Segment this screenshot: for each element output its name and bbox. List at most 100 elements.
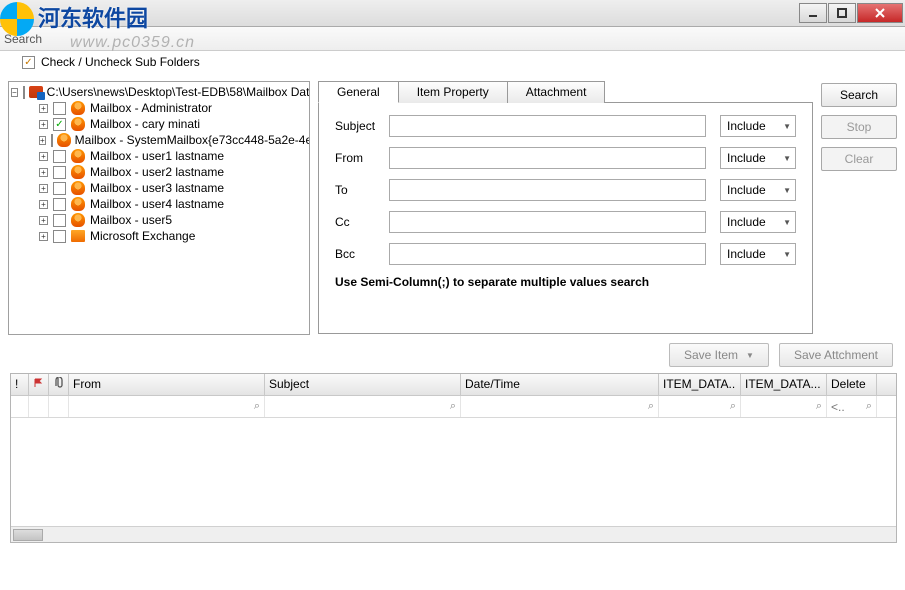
column-filter[interactable]: <..⌕	[827, 396, 877, 417]
mailbox-tree[interactable]: − C:\Users\news\Desktop\Test-EDB\58\Mail…	[8, 81, 310, 335]
search-criteria-panel: General Item Property Attachment Subject…	[318, 81, 813, 335]
bcc-input[interactable]	[389, 243, 706, 265]
tree-item[interactable]: + Mailbox - user1 lastname	[9, 148, 309, 164]
tree-item[interactable]: +Mailbox - user3 lastname	[9, 180, 309, 196]
tree-item-label: Mailbox - cary minati	[88, 117, 200, 131]
minimize-button[interactable]	[799, 3, 827, 23]
column-header[interactable]	[29, 374, 49, 395]
column-header[interactable]: !	[11, 374, 29, 395]
column-header[interactable]: From	[69, 374, 265, 395]
horizontal-scrollbar[interactable]	[11, 526, 896, 542]
clear-button[interactable]: Clear	[821, 147, 897, 171]
search-icon[interactable]: ⌕	[648, 400, 654, 413]
expand-icon[interactable]: +	[39, 232, 48, 241]
column-filter[interactable]: ⌕	[69, 396, 265, 417]
tree-item-label: Mailbox - user5	[88, 213, 172, 227]
stop-button[interactable]: Stop	[821, 115, 897, 139]
expand-icon[interactable]: +	[39, 104, 48, 113]
tree-checkbox[interactable]	[53, 214, 66, 227]
column-header[interactable]: Delete	[827, 374, 877, 395]
tree-item[interactable]: + Mailbox - user5	[9, 212, 309, 228]
tab-item-property[interactable]: Item Property	[398, 81, 508, 103]
column-header[interactable]: Subject	[265, 374, 461, 395]
cc-mode-select[interactable]: Include▼	[720, 211, 796, 233]
tree-item[interactable]: + ✓ Mailbox - cary minati	[9, 116, 309, 132]
subfolder-label: Check / Uncheck Sub Folders	[41, 55, 200, 69]
column-filter[interactable]	[49, 396, 69, 417]
tree-item[interactable]: + Microsoft Exchange	[9, 228, 309, 244]
tree-root[interactable]: − C:\Users\news\Desktop\Test-EDB\58\Mail…	[9, 84, 309, 100]
column-filter[interactable]	[29, 396, 49, 417]
bcc-mode-select[interactable]: Include▼	[720, 243, 796, 265]
tree-root-label: C:\Users\news\Desktop\Test-EDB\58\Mailbo…	[45, 85, 310, 99]
expand-icon[interactable]: +	[39, 168, 48, 177]
to-mode-select[interactable]: Include▼	[720, 179, 796, 201]
tab-attachment[interactable]: Attachment	[507, 81, 606, 103]
tree-item[interactable]: + Mailbox - SystemMailbox{e73cc448-5a2e-4…	[9, 132, 309, 148]
tree-item-label: Mailbox - user1 lastname	[88, 149, 224, 163]
expand-icon[interactable]: +	[39, 200, 48, 209]
search-icon[interactable]: ⌕	[730, 400, 736, 413]
search-header: Search	[0, 27, 905, 51]
save-item-button[interactable]: Save Item ▼	[669, 343, 769, 367]
expand-icon[interactable]: +	[39, 136, 46, 145]
from-input[interactable]	[389, 147, 706, 169]
scrollbar-thumb[interactable]	[13, 529, 43, 541]
tree-item[interactable]: +Mailbox - user4 lastname	[9, 196, 309, 212]
maximize-button[interactable]	[828, 3, 856, 23]
tree-item-label: Mailbox - Administrator	[88, 101, 212, 115]
expand-icon[interactable]: +	[39, 184, 48, 193]
from-mode-select[interactable]: Include▼	[720, 147, 796, 169]
results-grid[interactable]: ! FromSubjectDate/TimeITEM_DATA..ITEM_DAT…	[10, 373, 897, 543]
tree-item[interactable]: + Mailbox - Administrator	[9, 100, 309, 116]
tree-checkbox[interactable]: ✓	[53, 118, 66, 131]
close-button[interactable]	[857, 3, 903, 23]
subfolder-checkbox[interactable]: ✓	[22, 56, 35, 69]
tree-checkbox[interactable]	[51, 134, 53, 147]
tree-checkbox[interactable]	[53, 150, 66, 163]
column-header[interactable]: Date/Time	[461, 374, 659, 395]
column-filter[interactable]: ⌕	[741, 396, 827, 417]
expand-icon[interactable]: +	[39, 152, 48, 161]
column-filter[interactable]	[11, 396, 29, 417]
tree-item-label: Mailbox - SystemMailbox{e73cc448-5a2e-4e…	[73, 133, 310, 147]
user-icon	[57, 132, 71, 148]
search-icon[interactable]: ⌕	[866, 400, 872, 413]
expand-icon[interactable]: +	[39, 120, 48, 129]
user-icon	[70, 116, 86, 132]
user-icon	[70, 148, 86, 164]
expand-icon[interactable]: +	[39, 216, 48, 225]
search-icon[interactable]: ⌕	[450, 400, 456, 413]
column-header[interactable]: ITEM_DATA..	[659, 374, 741, 395]
tree-checkbox[interactable]	[53, 102, 66, 115]
column-filter[interactable]: ⌕	[461, 396, 659, 417]
tree-item-label: Microsoft Exchange	[88, 229, 195, 243]
database-icon	[29, 84, 43, 100]
attachment-icon	[53, 377, 63, 389]
tree-checkbox[interactable]	[53, 198, 66, 211]
user-icon	[70, 196, 86, 212]
column-filter[interactable]: ⌕	[659, 396, 741, 417]
save-attachment-button[interactable]: Save Attchment	[779, 343, 893, 367]
tree-checkbox[interactable]	[53, 230, 66, 243]
field-label-subject: Subject	[335, 119, 389, 133]
to-input[interactable]	[389, 179, 706, 201]
subject-input[interactable]	[389, 115, 706, 137]
field-label-to: To	[335, 183, 389, 197]
cc-input[interactable]	[389, 211, 706, 233]
search-button[interactable]: Search	[821, 83, 897, 107]
subject-mode-select[interactable]: Include▼	[720, 115, 796, 137]
search-icon[interactable]: ⌕	[254, 400, 260, 413]
user-icon	[70, 100, 86, 116]
user-icon	[70, 164, 86, 180]
tree-checkbox[interactable]	[53, 166, 66, 179]
search-icon[interactable]: ⌕	[816, 400, 822, 413]
tree-checkbox[interactable]	[53, 182, 66, 195]
tree-item[interactable]: +Mailbox - user2 lastname	[9, 164, 309, 180]
collapse-icon[interactable]: −	[11, 88, 18, 97]
column-filter[interactable]: ⌕	[265, 396, 461, 417]
tab-general[interactable]: General	[318, 81, 399, 103]
tree-root-checkbox[interactable]	[23, 86, 25, 99]
column-header[interactable]: ITEM_DATA...	[741, 374, 827, 395]
column-header[interactable]	[49, 374, 69, 395]
